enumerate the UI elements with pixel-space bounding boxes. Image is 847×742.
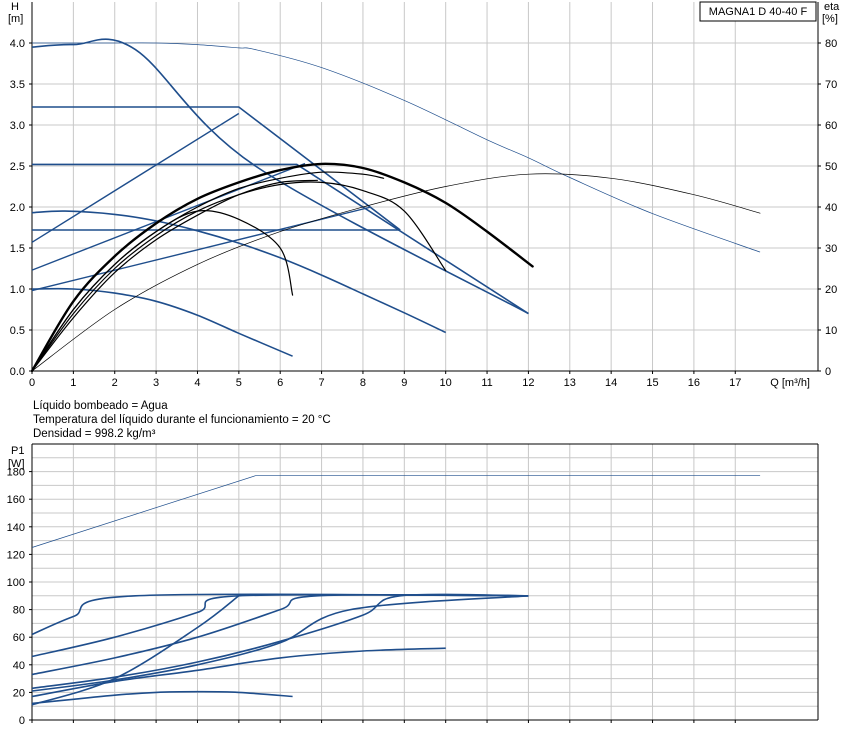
y-tick-label: 3.5 (10, 79, 25, 91)
y-tick-label: 3.0 (10, 120, 25, 132)
x-tick-label: 3 (153, 377, 159, 389)
y2-tick-label: 0 (825, 366, 831, 378)
y-tick-label: 2.5 (10, 161, 25, 173)
x-tick-label: 6 (277, 377, 283, 389)
p1-tick-label: 80 (13, 605, 25, 617)
chart-title: MAGNA1 D 40-40 F (709, 6, 808, 18)
y2-tick-label: 10 (825, 325, 837, 337)
x-tick-label: 0 (29, 377, 35, 389)
y-tick-label: 1.5 (10, 243, 25, 255)
y2-tick-label: 30 (825, 243, 837, 255)
power-chart: 020406080100120140160180P1[W] (7, 443, 819, 727)
plot-area (32, 2, 818, 371)
p1-tick-label: 100 (7, 577, 25, 589)
p1-tick-label: 40 (13, 660, 25, 672)
y2-tick-label: 60 (825, 120, 837, 132)
p1-tick-label: 0 (19, 715, 25, 727)
x-tick-label: 17 (729, 377, 741, 389)
y-tick-label: 0.5 (10, 325, 25, 337)
y2-tick-label: 40 (825, 202, 837, 214)
p1-axis-title: P1 (11, 445, 24, 457)
x-tick-label: 12 (522, 377, 534, 389)
p1-tick-label: 120 (7, 549, 25, 561)
x-tick-label: 9 (401, 377, 407, 389)
eta-axis-unit: [%] (822, 13, 838, 25)
pumped-liquid-label: Líquido bombeado = Agua (33, 400, 168, 412)
x-tick-label: 5 (236, 377, 242, 389)
x-tick-label: 2 (112, 377, 118, 389)
y-tick-label: 4.0 (10, 38, 25, 50)
p1-tick-label: 20 (13, 687, 25, 699)
x-tick-label: 16 (688, 377, 700, 389)
q-axis-label: Q [m³/h] (770, 377, 810, 389)
x-tick-label: 8 (360, 377, 366, 389)
p1-axis-unit: [W] (8, 458, 25, 470)
h-axis-title: H (11, 1, 19, 13)
y-tick-label: 2.0 (10, 202, 25, 214)
y2-tick-label: 20 (825, 284, 837, 296)
y-tick-label: 1.0 (10, 284, 25, 296)
y2-tick-label: 50 (825, 161, 837, 173)
x-tick-label: 11 (481, 377, 492, 389)
p1-tick-label: 160 (7, 494, 25, 506)
liquid-temperature-label: Temperatura del líquido durante el funci… (33, 414, 331, 426)
density-label: Densidad = 998.2 kg/m³ (33, 428, 156, 440)
head-efficiency-chart: 0 1 2 3 4 5 6 7 8 9 10 11 12 13 14 15 16 170.00.51.01.52.… (8, 1, 840, 389)
x-tick-label: 7 (319, 377, 325, 389)
x-tick-label: 15 (646, 377, 658, 389)
eta-axis-title: eta (824, 1, 840, 13)
p1-tick-label: 60 (13, 632, 25, 644)
x-tick-label: 14 (605, 377, 617, 389)
h-axis-unit: [m] (8, 13, 23, 25)
y2-tick-label: 80 (825, 38, 837, 50)
y-tick-label: 0.0 (10, 366, 25, 378)
x-tick-label: 4 (194, 377, 200, 389)
p1-tick-label: 140 (7, 522, 25, 534)
x-tick-label: 13 (564, 377, 576, 389)
x-tick-label: 10 (440, 377, 452, 389)
y2-tick-label: 70 (825, 79, 837, 91)
x-tick-label: 1 (70, 377, 76, 389)
pump-performance-chart: 0 1 2 3 4 5 6 7 8 9 10 11 12 13 14 15 16 170.00.51.01.52.… (7, 1, 841, 727)
